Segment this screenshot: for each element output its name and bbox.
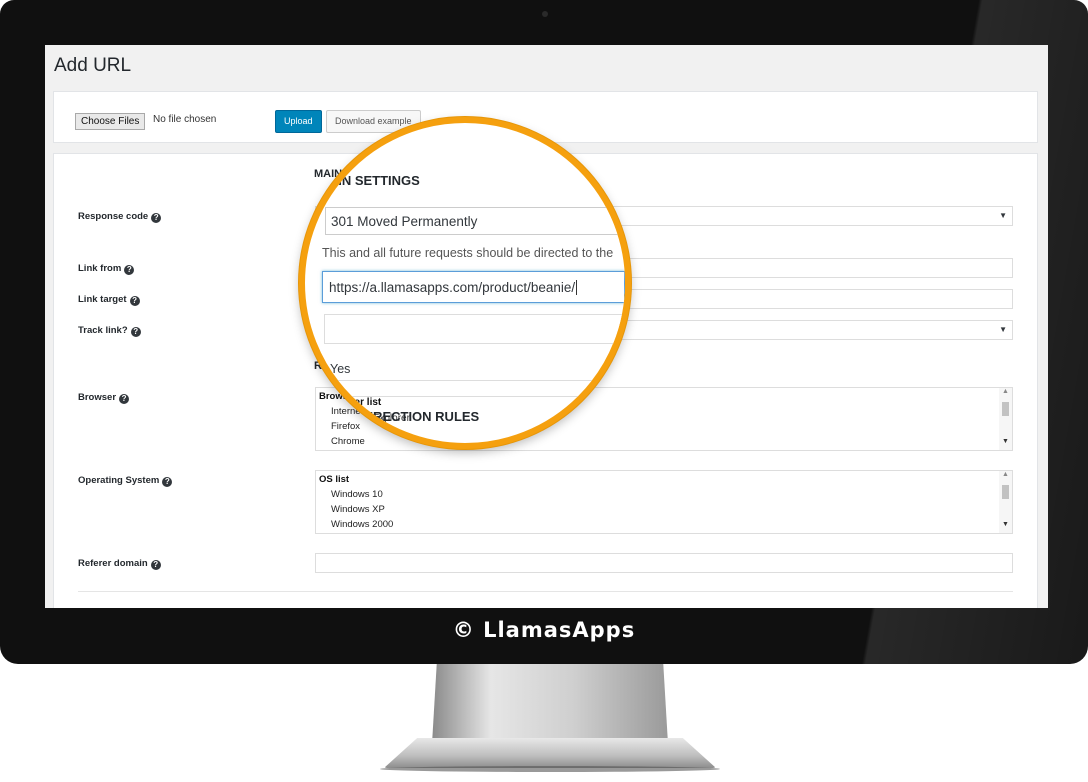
- operating-system-label-text: Operating System: [78, 475, 160, 486]
- list-item[interactable]: Windows 10: [331, 489, 383, 500]
- magnified-response-code-value: 301 Moved Permanently: [331, 214, 478, 229]
- divider: [78, 591, 1013, 592]
- scroll-thumb[interactable]: [1002, 485, 1009, 499]
- scroll-down-icon[interactable]: ▼: [1002, 521, 1009, 528]
- scroll-up-icon[interactable]: ▲: [1002, 471, 1009, 478]
- caret-down-icon: ▼: [999, 325, 1007, 334]
- magnified-response-code-select[interactable]: 301 Moved Permanently: [325, 207, 625, 235]
- magnified-browser-list-header: Browser list: [324, 397, 382, 408]
- browser-label-text: Browser: [78, 392, 117, 403]
- scrollbar[interactable]: ▲ ▼: [999, 388, 1012, 450]
- operating-system-label: Operating System?: [78, 475, 173, 487]
- list-item[interactable]: Windows XP: [331, 504, 385, 515]
- response-code-description: This and all future requests should be d…: [322, 246, 614, 260]
- link-target-label: Link target?: [78, 294, 140, 306]
- camera-dot: [542, 11, 548, 17]
- magnified-track-link-select[interactable]: [324, 352, 625, 381]
- referer-domain-input[interactable]: [315, 553, 1013, 573]
- track-link-value: Yes: [330, 362, 351, 376]
- track-link-label: Track link??: [78, 325, 141, 337]
- help-icon[interactable]: ?: [150, 560, 161, 570]
- help-icon[interactable]: ?: [119, 394, 130, 404]
- os-listbox[interactable]: OS list Windows 10 Windows XP Windows 20…: [315, 470, 1013, 534]
- track-link-label-text: Track link?: [78, 325, 128, 336]
- text-cursor: [576, 280, 578, 295]
- list-item[interactable]: Windows 2000: [331, 519, 393, 530]
- help-icon[interactable]: ?: [130, 327, 141, 337]
- link-from-label-text: Link from: [78, 263, 122, 274]
- magnified-link-from-input[interactable]: https://a.llamasapps.com/product/beanie/: [322, 271, 625, 303]
- link-from-label: Link from?: [78, 263, 135, 275]
- scroll-up-icon[interactable]: ▲: [1002, 388, 1009, 395]
- link-from-value: https://a.llamasapps.com/product/beanie/: [329, 280, 578, 295]
- response-code-label: Response code?: [78, 211, 162, 223]
- magnified-redirection-rules-heading: REDIRECTION RULES: [342, 409, 480, 424]
- help-icon[interactable]: ?: [124, 265, 135, 275]
- magnified-link-target-input[interactable]: [324, 314, 625, 344]
- magnified-content: MAIN SETTINGS 301 Moved Permanently This…: [305, 123, 625, 443]
- magnifier-lens: MAIN SETTINGS 301 Moved Permanently This…: [299, 117, 631, 449]
- os-list-header: OS list: [319, 474, 350, 485]
- brand-caption: © LlamasApps: [452, 618, 636, 642]
- file-status: No file chosen: [153, 114, 217, 125]
- help-icon[interactable]: ?: [162, 477, 173, 487]
- help-icon[interactable]: ?: [151, 213, 162, 223]
- scroll-thumb[interactable]: [1002, 402, 1009, 416]
- monitor-base: [384, 738, 716, 768]
- scroll-down-icon[interactable]: ▼: [1002, 438, 1009, 445]
- stand-shadow: [380, 766, 720, 772]
- page-title: Add URL: [54, 55, 132, 76]
- scrollbar[interactable]: ▲ ▼: [999, 471, 1012, 533]
- browser-label: Browser?: [78, 392, 130, 404]
- help-icon[interactable]: ?: [129, 296, 140, 306]
- caret-down-icon: ▼: [999, 211, 1007, 220]
- referer-domain-label: Referer domain?: [78, 558, 161, 570]
- monitor-stand: [432, 664, 668, 744]
- link-target-label-text: Link target: [78, 294, 127, 305]
- magnified-main-settings-heading: MAIN SETTINGS: [318, 173, 420, 188]
- link-from-value-text: https://a.llamasapps.com/product/beanie/: [329, 280, 576, 295]
- referer-domain-label-text: Referer domain: [78, 558, 148, 569]
- choose-files-button[interactable]: Choose Files: [75, 113, 146, 130]
- response-code-label-text: Response code: [78, 211, 149, 222]
